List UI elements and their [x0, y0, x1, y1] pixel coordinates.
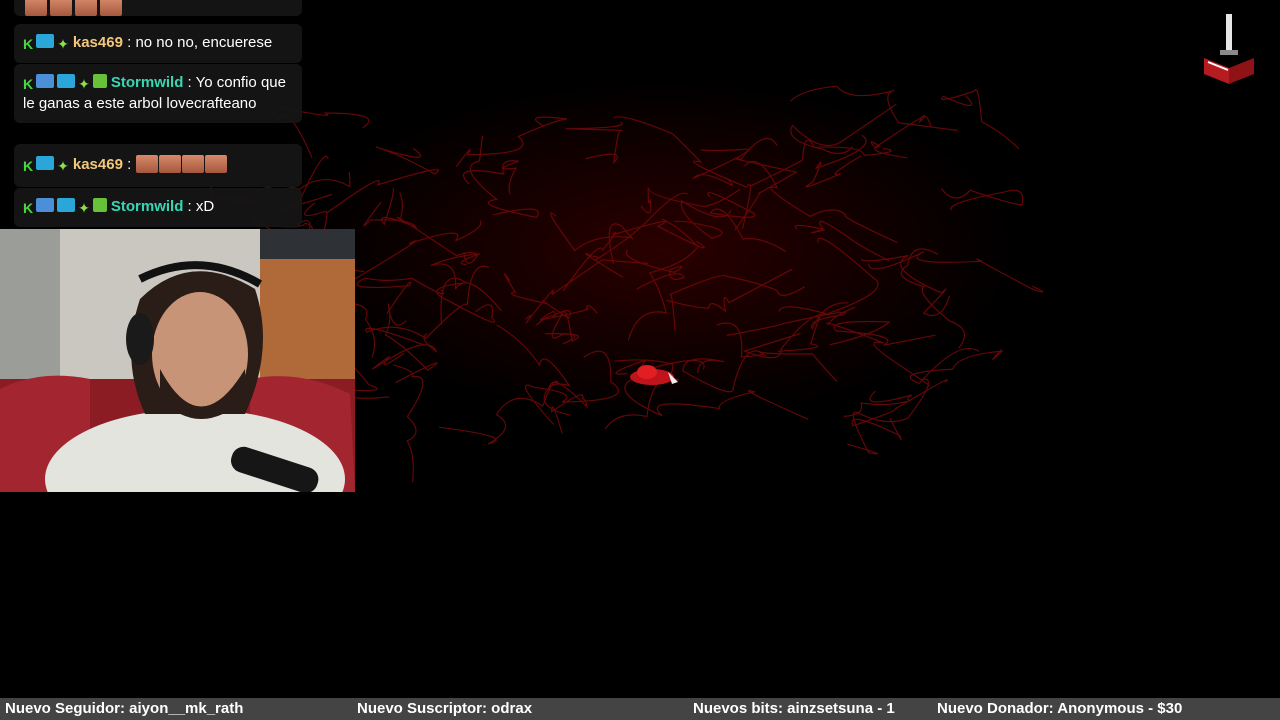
- chat-badges: K ✦: [23, 156, 69, 174]
- emote-icon: [182, 155, 205, 173]
- emote-icon: [159, 155, 182, 173]
- chat-message: K ✦ kas469 : no no no, encuerese: [14, 24, 302, 63]
- book-sword-icon: [1200, 12, 1260, 88]
- ticker-bits: Nuevos bits: ainzsetsuna - 1: [693, 700, 895, 717]
- gift-badge-icon: [92, 74, 107, 88]
- k-badge-icon: K: [23, 158, 34, 174]
- k-badge-icon: K: [23, 36, 34, 52]
- chat-badges: K ✦: [23, 34, 69, 52]
- emote-icon: [136, 155, 159, 173]
- chat-message: K ✦ Stormwild : xD: [14, 188, 302, 227]
- chat-separator: :: [183, 74, 196, 91]
- gift-badge-icon: [92, 198, 107, 212]
- chat-username[interactable]: Stormwild: [111, 198, 184, 215]
- ticker-subscriber: Nuevo Suscriptor: odrax: [357, 700, 533, 717]
- pickaxe-badge-icon: [36, 198, 55, 212]
- chat-username[interactable]: kas469: [73, 156, 123, 173]
- event-ticker: Nuevo Seguidor: aiyon__mk_rath Nuevo Sus…: [0, 698, 1280, 720]
- chat-badges: K ✦: [23, 74, 107, 92]
- chat-username[interactable]: Stormwild: [111, 74, 184, 91]
- ag-badge-icon: [36, 34, 55, 48]
- sparkle-badge-icon: ✦: [57, 36, 69, 52]
- k-badge-icon: K: [23, 200, 34, 216]
- ticker-donor: Nuevo Donador: Anonymous - $30: [937, 700, 1183, 717]
- sparkle-badge-icon: ✦: [78, 200, 90, 216]
- chat-text: no no no, encuerese: [135, 34, 273, 51]
- sparkle-badge-icon: ✦: [78, 76, 90, 92]
- chat-message: K ✦ Stormwild : Yo confio que le ganas a…: [14, 64, 302, 123]
- ag-badge-icon: [57, 74, 76, 88]
- chat-message: K ✦ kas469 :: [14, 144, 302, 187]
- chat-text: xD: [195, 198, 215, 215]
- ag-badge-icon: [57, 198, 76, 212]
- tree-root-line: [392, 364, 424, 483]
- webcam-feed: [0, 229, 355, 492]
- chat-separator: :: [122, 156, 136, 173]
- chat-separator: :: [122, 34, 136, 51]
- ticker-follower: Nuevo Seguidor: aiyon__mk_rath: [5, 700, 244, 717]
- chat-emotes: [135, 155, 228, 173]
- chat-separator: :: [183, 198, 196, 215]
- tree-root-line: [941, 89, 1020, 150]
- chat-message-partial: [14, 0, 302, 16]
- pickaxe-badge-icon: [36, 74, 55, 88]
- emote-icon: [205, 155, 228, 173]
- ag-badge-icon: [36, 156, 55, 170]
- chat-badges: K ✦: [23, 198, 107, 216]
- k-badge-icon: K: [23, 76, 34, 92]
- chat-username[interactable]: kas469: [73, 34, 123, 51]
- sparkle-badge-icon: ✦: [57, 158, 69, 174]
